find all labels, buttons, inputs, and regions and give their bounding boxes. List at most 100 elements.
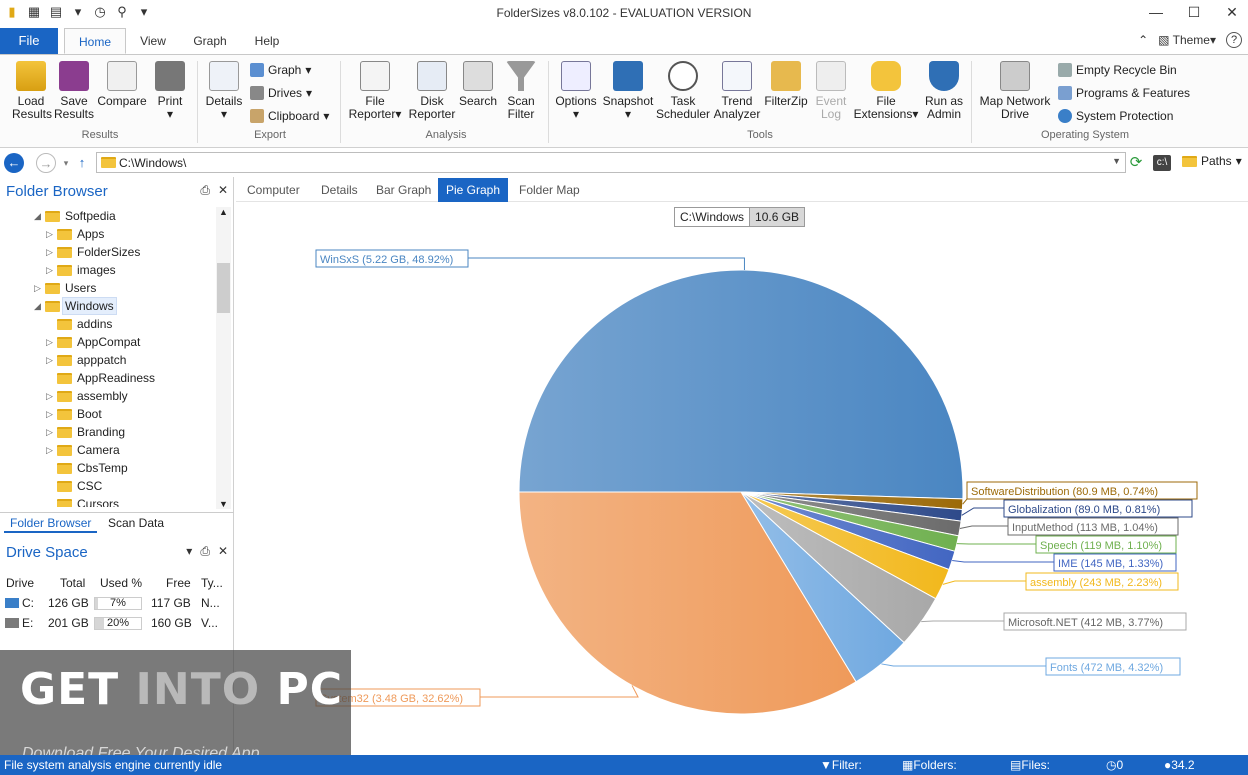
scroll-up-icon[interactable]: ▲ — [219, 207, 228, 217]
col-type[interactable]: Ty... — [201, 573, 223, 593]
tree-node[interactable]: AppReadiness — [0, 369, 216, 387]
tree-node[interactable]: CSC — [0, 477, 216, 495]
maximize-icon[interactable]: ☐ — [1186, 4, 1202, 21]
expand-arrow-icon[interactable]: ▷ — [46, 243, 56, 261]
path-input[interactable]: C:\Windows\ ▼ — [96, 152, 1126, 173]
tab-home[interactable]: Home — [64, 28, 126, 54]
expand-arrow-icon[interactable]: ▷ — [46, 405, 56, 423]
pie-slice-winsxs[interactable] — [518, 269, 964, 500]
expand-arrow-icon[interactable]: ▷ — [46, 225, 56, 243]
drive-panel-dropdown-icon[interactable]: ▾ — [186, 544, 192, 559]
tree-node[interactable]: addins — [0, 315, 216, 333]
tab-view[interactable]: View — [134, 28, 172, 54]
status-filter[interactable]: ▼ Filter: Off — [820, 755, 862, 775]
expand-arrow-icon[interactable]: ◢ — [34, 207, 44, 225]
scroll-down-icon[interactable]: ▼ — [219, 499, 228, 509]
refresh-icon[interactable]: ⟳ — [1126, 153, 1146, 173]
event-log-button[interactable]: Event Log — [812, 61, 850, 121]
map-network-drive-button[interactable]: Map Network Drive — [977, 61, 1053, 121]
expand-arrow-icon[interactable]: ▷ — [46, 387, 56, 405]
compare-button[interactable]: Compare — [97, 61, 147, 108]
help-icon[interactable]: ? — [1226, 32, 1242, 48]
tab-file[interactable]: File — [0, 28, 58, 54]
tree-node[interactable]: ◢ Windows — [0, 297, 216, 315]
col-total[interactable]: Total — [60, 573, 85, 593]
view-tab-computer[interactable]: Computer — [247, 178, 300, 202]
tree-node[interactable]: ▷ images — [0, 261, 216, 279]
paths-button[interactable]: Paths ▾ — [1182, 154, 1242, 168]
view-tab-bar-graph[interactable]: Bar Graph — [376, 178, 431, 202]
details-button[interactable]: Details ▾ — [204, 61, 244, 121]
theme-button[interactable]: ▧ Theme▾ — [1158, 33, 1216, 47]
expand-arrow-icon[interactable]: ◢ — [34, 297, 44, 315]
tree-node[interactable]: ▷ FolderSizes — [0, 243, 216, 261]
command-prompt-icon[interactable]: c:\ — [1153, 155, 1171, 171]
tree-node[interactable]: ▷ Camera — [0, 441, 216, 459]
view-tab-folder-map[interactable]: Folder Map — [519, 178, 580, 202]
tree-node[interactable]: ▷ assembly — [0, 387, 216, 405]
scroll-thumb[interactable] — [217, 263, 230, 313]
scan-filter-button[interactable]: Scan Filter — [503, 61, 539, 121]
tree-node[interactable]: ◢ Softpedia — [0, 207, 216, 225]
trend-analyzer-button[interactable]: Trend Analyzer — [713, 61, 761, 121]
task-scheduler-button[interactable]: Task Scheduler — [656, 61, 710, 121]
col-drive[interactable]: Drive — [6, 573, 34, 593]
graph-dropdown[interactable]: Graph ▾ — [250, 61, 311, 79]
tab-scan-data[interactable]: Scan Data — [102, 513, 170, 533]
file-extensions-button[interactable]: File Extensions▾ — [853, 61, 919, 121]
forward-icon[interactable]: → — [36, 153, 56, 173]
filterzip-button[interactable]: FilterZip — [763, 61, 809, 108]
programs-features-button[interactable]: Programs & Features — [1058, 84, 1190, 102]
tab-graph[interactable]: Graph — [188, 28, 232, 54]
path-dropdown-icon[interactable]: ▼ — [1112, 156, 1121, 166]
col-free[interactable]: Free — [166, 573, 191, 593]
tab-help[interactable]: Help — [250, 28, 284, 54]
save-results-button[interactable]: Save Results — [54, 61, 94, 121]
tree-node[interactable]: ▷ AppCompat — [0, 333, 216, 351]
search-button[interactable]: Search — [459, 61, 497, 108]
close-icon[interactable]: ✕ — [1224, 4, 1240, 21]
snapshot-button[interactable]: Snapshot ▾ — [602, 61, 654, 121]
system-protection-button[interactable]: System Protection — [1058, 107, 1173, 125]
pin-icon[interactable]: ⎙ — [200, 183, 210, 198]
tree-node[interactable]: ▷ Branding — [0, 423, 216, 441]
view-tab-details[interactable]: Details — [321, 178, 358, 202]
expand-arrow-icon[interactable]: ▷ — [46, 261, 56, 279]
clipboard-dropdown[interactable]: Clipboard ▾ — [250, 107, 329, 125]
load-results-button[interactable]: Load Results — [12, 61, 52, 121]
clock-icon — [668, 61, 698, 91]
expand-arrow-icon[interactable]: ▷ — [46, 423, 56, 441]
tree-node[interactable]: ▷ Apps — [0, 225, 216, 243]
tree-node[interactable]: Cursors — [0, 495, 216, 507]
tree-scrollbar[interactable]: ▲ ▼ — [216, 207, 231, 509]
file-reporter-button[interactable]: File Reporter▾ — [346, 61, 404, 121]
tree-node[interactable]: ▷ Users — [0, 279, 216, 297]
disk-reporter-button[interactable]: Disk Reporter — [408, 61, 456, 121]
drive-panel-close-icon[interactable]: ✕ — [218, 544, 228, 559]
back-icon[interactable]: ← — [4, 153, 24, 173]
expand-arrow-icon[interactable]: ▷ — [46, 441, 56, 459]
options-button[interactable]: Options ▾ — [553, 61, 599, 121]
drives-dd-label: Drives — [268, 86, 303, 100]
tree-node[interactable]: ▷ apppatch — [0, 351, 216, 369]
empty-recycle-bin-button[interactable]: Empty Recycle Bin — [1058, 61, 1177, 79]
drive-used-fill — [95, 598, 99, 609]
up-folder-icon[interactable]: ↑ — [72, 153, 92, 173]
expand-arrow-icon[interactable]: ▷ — [34, 279, 44, 297]
expand-arrow-icon[interactable]: ▷ — [46, 351, 56, 369]
print-button[interactable]: Print ▾ — [152, 61, 188, 121]
tab-folder-browser[interactable]: Folder Browser — [4, 513, 98, 533]
drives-dropdown[interactable]: Drives ▾ — [250, 84, 312, 102]
tree-node[interactable]: ▷ Boot — [0, 405, 216, 423]
run-as-admin-button[interactable]: Run as Admin — [922, 61, 966, 121]
minimize-icon[interactable]: — — [1148, 4, 1164, 21]
expand-arrow-icon[interactable]: ▷ — [46, 333, 56, 351]
col-used[interactable]: Used % — [100, 573, 142, 593]
view-tab-pie-graph[interactable]: Pie Graph — [438, 178, 509, 202]
drive-row[interactable]: C: 126 GB 7% 117 GB N... — [0, 593, 234, 613]
drive-row[interactable]: E: 201 GB 20% 160 GB V... — [0, 613, 234, 633]
drive-pin-icon[interactable]: ⎙ — [200, 544, 210, 559]
collapse-ribbon-icon[interactable]: ⌃ — [1138, 33, 1148, 47]
panel-close-icon[interactable]: ✕ — [218, 183, 228, 198]
tree-node[interactable]: CbsTemp — [0, 459, 216, 477]
